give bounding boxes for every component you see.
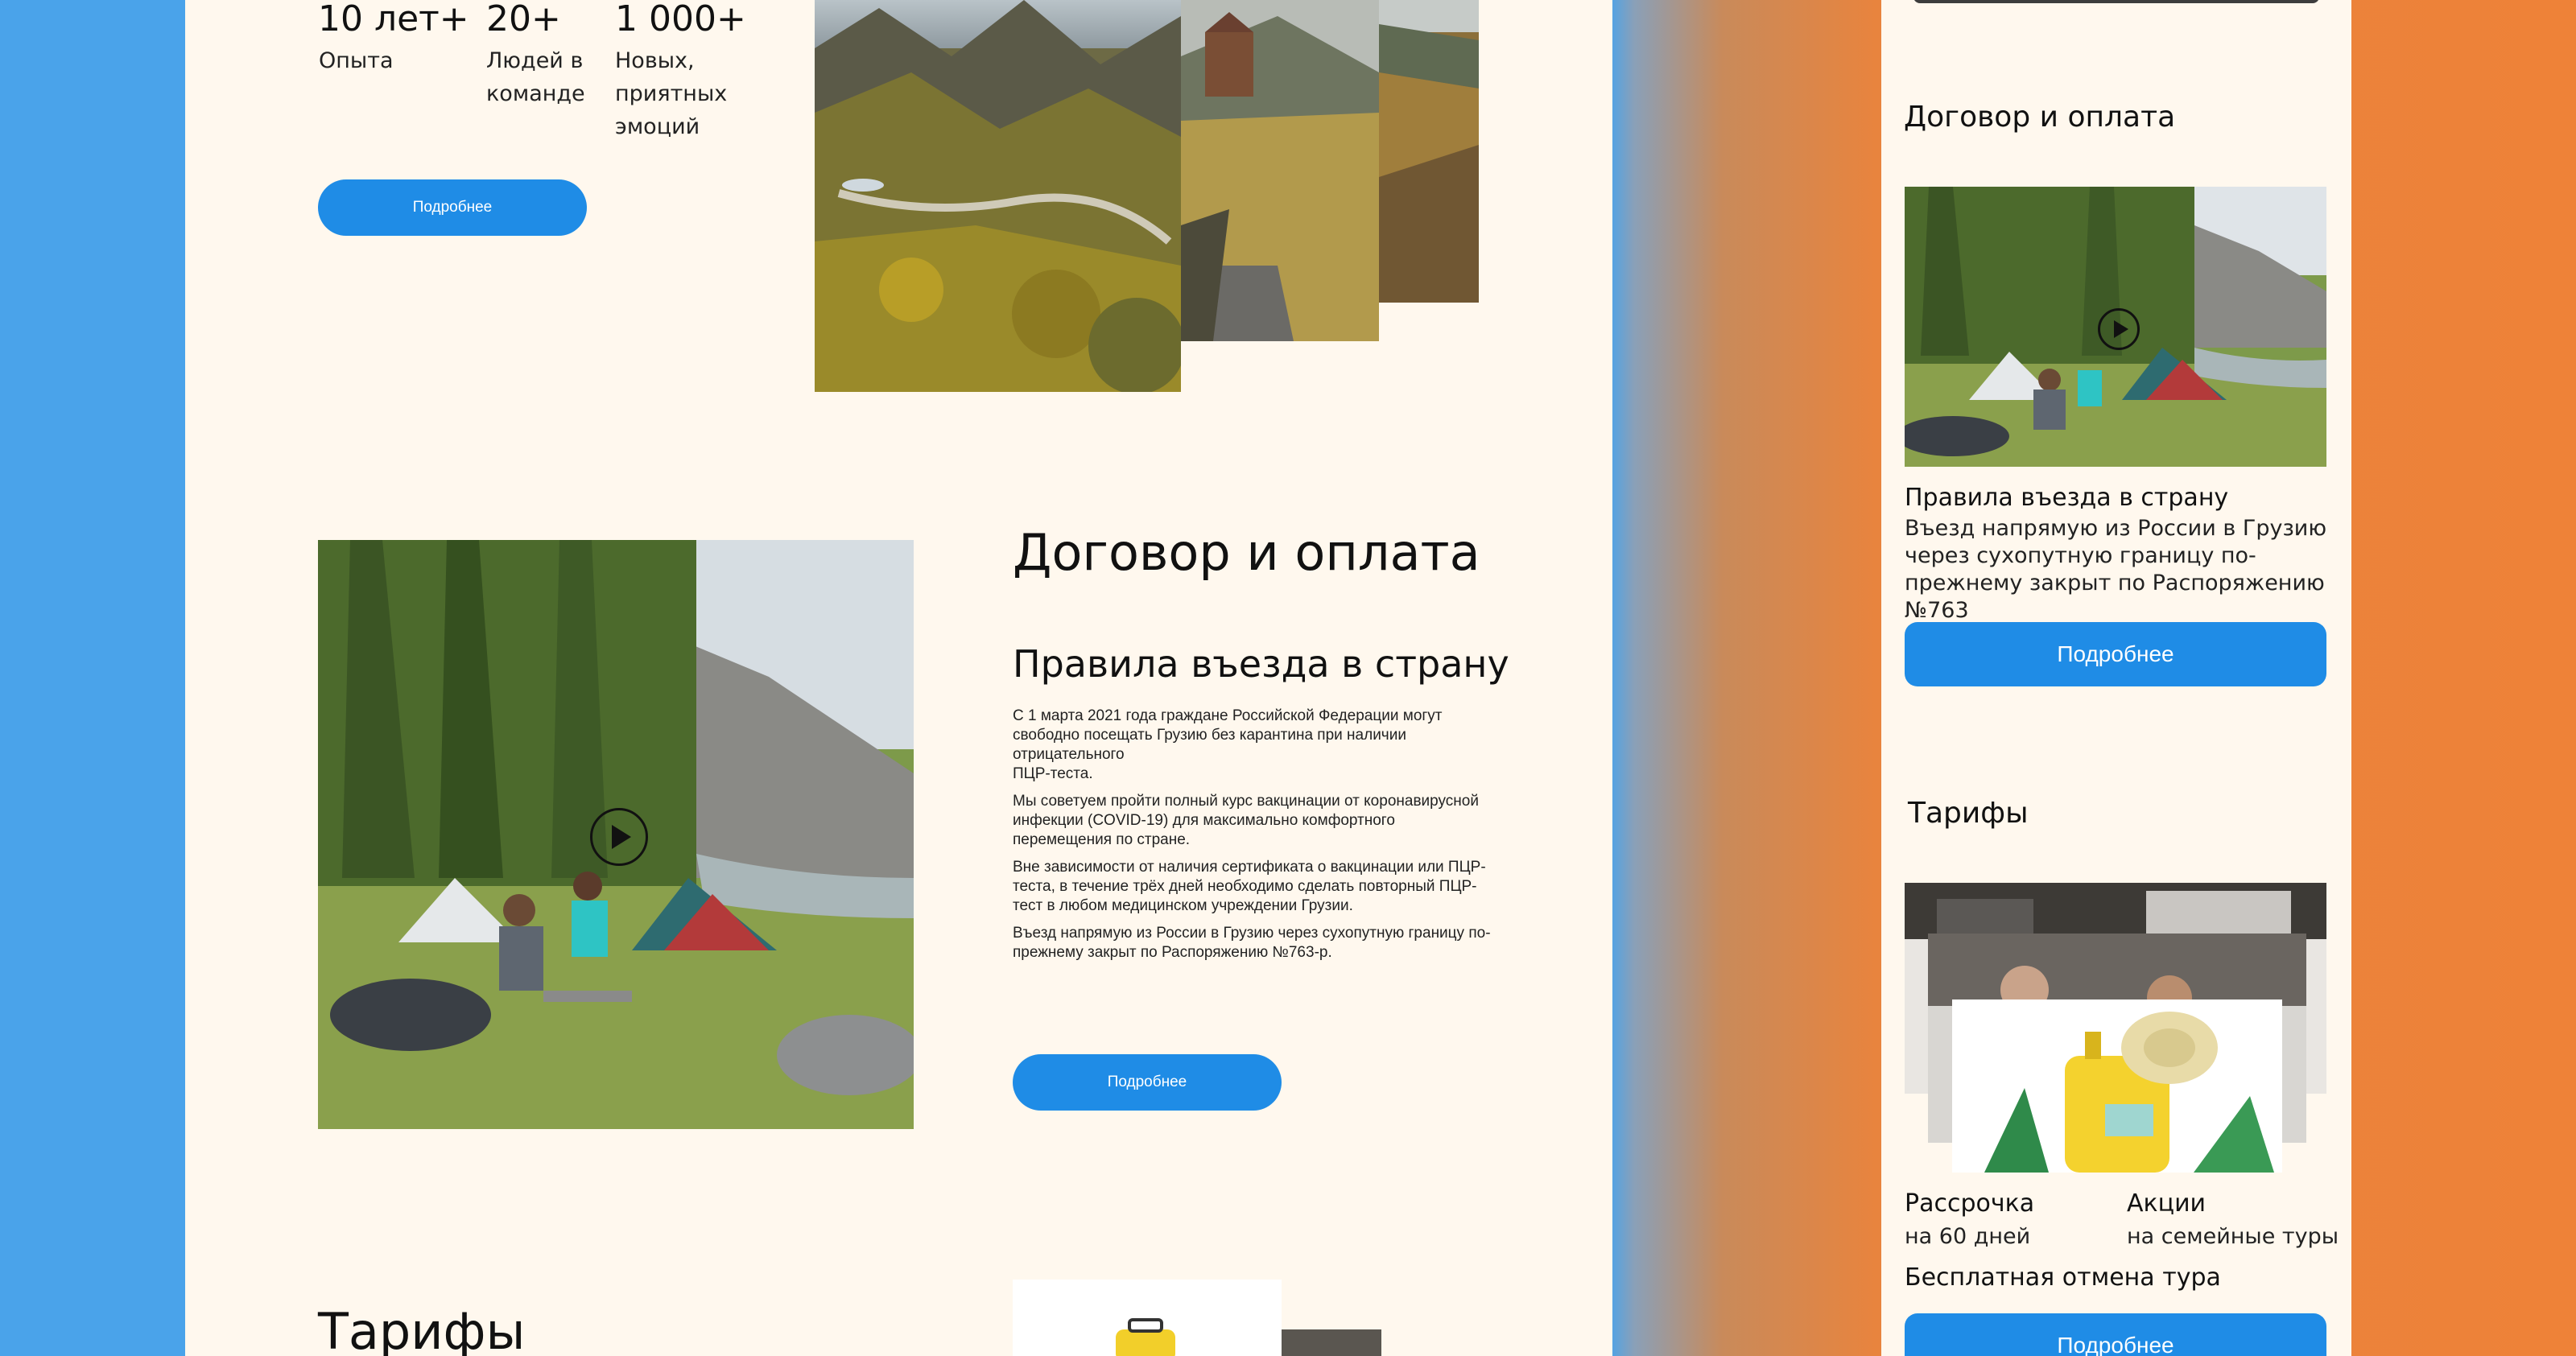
mobile-entry-rules-heading: Правила въезда в страну [1905,484,2229,512]
entry-rules-text: С 1 марта 2021 года граждане Российской … [1013,707,1496,962]
suitcase-photo [1013,1280,1282,1356]
mountain-photo-main [815,0,1185,394]
more-button-about[interactable]: Подробнее [318,179,587,236]
mobile-play-icon[interactable] [2098,308,2140,350]
image-bottom-edge [1913,0,2319,3]
stat-years-label: Опыта [319,48,394,73]
camping-video-thumbnail[interactable] [318,540,914,1129]
stat-emotions-value: 1 000+ [615,0,746,39]
entry-rules-paragraph: Вне зависимости от наличия сертификата о… [1013,859,1486,914]
stat-team-label: Людей в команде [486,48,585,106]
stat-team-value: 20+ [486,0,561,39]
mobile-camping-video-thumbnail[interactable] [1905,187,2326,467]
mobile-entry-rules-text: Въезд напрямую из России в Грузию через … [1905,516,2327,623]
play-icon[interactable] [590,808,648,866]
section-title-tariffs: Тарифы [318,1302,526,1356]
feature-free-cancel: Бесплатная отмена тура [1905,1263,2221,1292]
entry-rules-paragraph: С 1 марта 2021 года граждане Российской … [1013,707,1443,782]
desktop-page: 10 лет+ Опыта 20+ Людей в команде 1 000+… [185,0,1612,1356]
valley-photo [1379,0,1479,303]
mobile-page: Договор и оплата Правила въезда в страну… [1881,0,2351,1356]
mobile-more-button-contract[interactable]: Подробнее [1905,622,2326,686]
mobile-more-button-tariffs[interactable]: Подробнее [1905,1313,2326,1356]
mobile-section-title-tariffs: Тарифы [1908,797,2029,830]
entry-rules-paragraph: Въезд напрямую из России в Грузию через … [1013,925,1491,961]
suitcase-beach-photo [1952,999,2282,1173]
monastery-photo [1181,0,1379,341]
feature-installment-subtitle: на 60 дней [1905,1224,2031,1249]
team-photo-edge [1282,1329,1381,1356]
section-title-contract: Договор и оплата [1013,523,1480,582]
stat-years-value: 10 лет+ [318,0,469,39]
feature-installment-title: Рассрочка [1905,1189,2035,1218]
entry-rules-paragraph: Мы советуем пройти полный курс вакцинаци… [1013,793,1479,848]
feature-promotions-subtitle: на семейные туры [2127,1224,2339,1249]
feature-promotions-title: Акции [2127,1189,2207,1218]
more-button-contract[interactable]: Подробнее [1013,1054,1282,1111]
mobile-section-title-contract: Договор и оплата [1904,101,2176,134]
entry-rules-heading: Правила въезда в страну [1013,642,1509,686]
stat-emotions-label: Новых, приятных эмоций [615,48,728,139]
